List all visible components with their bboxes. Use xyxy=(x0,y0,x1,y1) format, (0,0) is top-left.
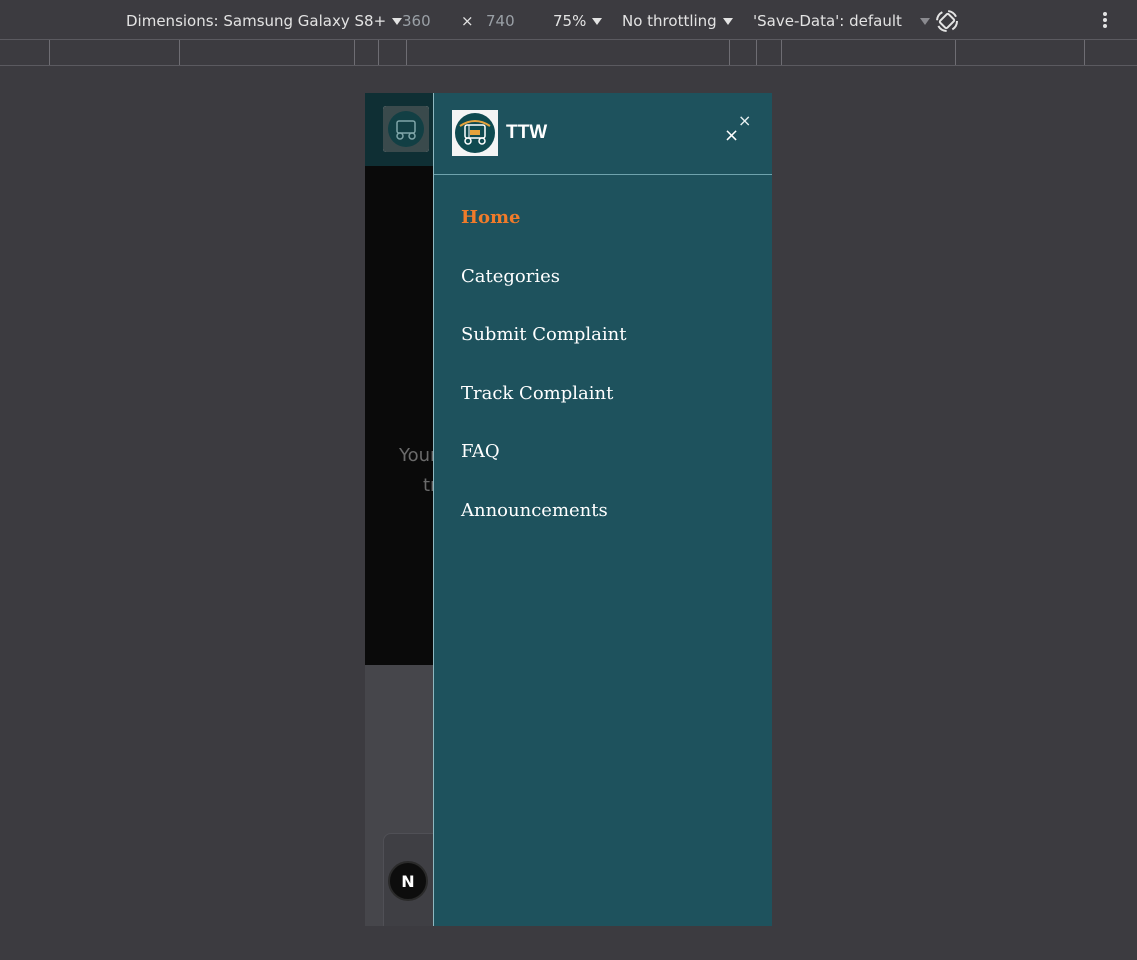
chevron-down-icon xyxy=(592,18,603,25)
drawer-logo[interactable] xyxy=(452,110,498,156)
save-data-label: 'Save-Data': default xyxy=(753,12,902,30)
nav-item-announcements[interactable]: Announcements xyxy=(461,499,627,558)
nav-item-categories[interactable]: Categories xyxy=(461,265,627,324)
hero-text-line: tr xyxy=(423,475,438,496)
zoom-label: 75% xyxy=(553,12,587,30)
rotate-device-icon[interactable] xyxy=(934,8,960,34)
save-data-dropdown[interactable]: 'Save-Data': default xyxy=(753,11,930,31)
nav-drawer: TTW × × Home Categories Submit Complaint… xyxy=(433,93,772,926)
hero-text-line: Your xyxy=(399,445,438,466)
height-input[interactable]: 740 xyxy=(486,11,515,31)
device-dimensions-dropdown[interactable]: Dimensions: Samsung Galaxy S8+ xyxy=(126,11,403,31)
nav-item-track-complaint[interactable]: Track Complaint xyxy=(461,382,627,441)
chevron-down-icon xyxy=(919,18,930,25)
drawer-title: TTW xyxy=(506,122,548,143)
device-viewport: Your tr N TTW × × Home Categories Submit… xyxy=(365,93,772,926)
throttling-dropdown[interactable]: No throttling xyxy=(622,11,733,31)
nav-item-faq[interactable]: FAQ xyxy=(461,440,627,499)
chevron-down-icon xyxy=(392,18,403,25)
hero-text: Your tr xyxy=(399,441,437,501)
nav-item-home[interactable]: Home xyxy=(461,206,627,265)
site-logo[interactable] xyxy=(383,106,429,152)
nextjs-badge[interactable]: N xyxy=(388,861,428,901)
more-options-icon[interactable] xyxy=(1098,11,1112,31)
media-query-bar xyxy=(0,40,1137,66)
devtools-device-toolbar: Dimensions: Samsung Galaxy S8+ 360 × 740… xyxy=(0,0,1137,40)
device-dimensions-label: Dimensions: Samsung Galaxy S8+ xyxy=(126,12,387,30)
throttling-label: No throttling xyxy=(622,12,717,30)
chevron-down-icon xyxy=(722,18,733,25)
width-input[interactable]: 360 xyxy=(402,11,431,31)
drawer-header: TTW × × xyxy=(434,93,772,175)
drawer-nav: Home Categories Submit Complaint Track C… xyxy=(461,206,627,558)
close-button[interactable]: × xyxy=(738,113,751,129)
nav-item-submit-complaint[interactable]: Submit Complaint xyxy=(461,323,627,382)
dimension-separator: × xyxy=(461,12,474,30)
close-icon[interactable]: × xyxy=(724,127,739,145)
zoom-dropdown[interactable]: 75% xyxy=(553,11,603,31)
